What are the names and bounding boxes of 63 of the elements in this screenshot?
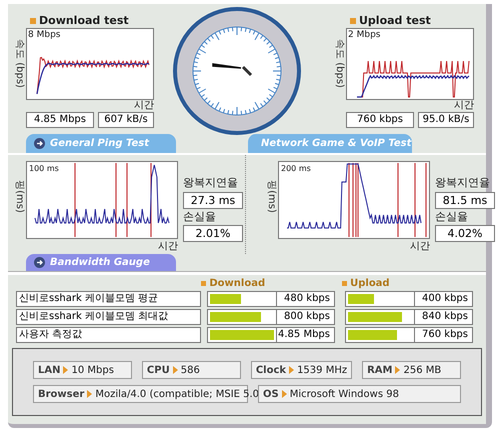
triangle-icon [395, 366, 400, 374]
scale-label: 8 Mbps [28, 29, 60, 42]
triangle-icon [87, 390, 92, 398]
triangle-icon [172, 366, 178, 374]
axis-label: 시간 [454, 100, 474, 112]
scale-label: 100 ms [29, 163, 59, 176]
axis-label: 속도 (bps) [332, 38, 346, 88]
reading-field: 760 kbps [415, 326, 473, 343]
info-value: 1539 MHz [297, 364, 348, 378]
info-label: OS [263, 388, 279, 402]
column-header: Download [209, 277, 266, 292]
chart-title: Download test [39, 12, 129, 29]
bullet-icon [350, 18, 356, 24]
scale-label: 2 Mbps [348, 29, 380, 42]
info-value: 10 Mbps [71, 364, 114, 378]
reading-field: 840 kbps [415, 308, 473, 325]
reading-field: 760 kbps [346, 112, 414, 128]
chart-title: Upload test [359, 12, 431, 29]
info-label: Clock [256, 364, 286, 378]
info-value: Microsoft Windows 98 [290, 388, 399, 402]
bullet-icon [201, 281, 206, 286]
arrow-circle-icon [34, 138, 45, 149]
loss-field: 2.01% [183, 225, 243, 242]
column-header: Upload [350, 277, 390, 292]
section-tab[interactable]: General Ping Test [26, 134, 176, 153]
reading-field: 800 kbps [277, 308, 335, 325]
row-label: 사용자 측정값 [16, 326, 201, 343]
info-label: RAM [367, 364, 392, 378]
axis-label: 핑(ms) [264, 180, 278, 213]
row-label: 신비로sshark 케이블모뎀 평균 [16, 290, 201, 307]
triangle-icon [63, 366, 68, 374]
loss-field: 4.02% [435, 225, 495, 242]
stat-label: 왕복지연율 [183, 175, 239, 192]
scale-label: 200 ms [281, 163, 311, 176]
bullet-icon [30, 18, 36, 24]
reading-field: 4.85 Mbps [26, 112, 94, 128]
axis-label: 속도 (bps) [12, 38, 26, 88]
reading-field: 400 kbps [415, 290, 473, 307]
reading-field: 4.85 Mbps [277, 326, 335, 343]
axis-label: 시간 [158, 240, 178, 254]
stat-label: 손실율 [183, 208, 217, 225]
triangle-icon [289, 366, 294, 374]
axis-label: 시간 [410, 240, 430, 254]
stat-label: 손실율 [435, 208, 469, 225]
bullet-icon [342, 281, 348, 286]
info-value: 586 [180, 364, 200, 378]
section-tab[interactable]: Network Game & VoIP Test [248, 134, 412, 153]
info-label: CPU [146, 364, 170, 378]
stat-label: 왕복지연율 [435, 175, 491, 192]
reading-field: 480 kbps [277, 290, 335, 307]
reading-field: 607 kB/s [98, 112, 154, 128]
info-value: Mozila/4.0 (compatible; MSIE 5.0 [95, 388, 260, 402]
latency-field: 81.5 ms [435, 192, 495, 209]
axis-label: 시간 [134, 100, 154, 112]
latency-field: 27.3 ms [183, 192, 243, 209]
info-value: 256 MB [403, 364, 442, 378]
info-label: LAN [38, 364, 60, 378]
triangle-icon [282, 390, 287, 398]
reading-field: 95.0 kB/s [418, 112, 474, 128]
info-label: Browser [38, 388, 84, 402]
row-label: 신비로sshark 케이블모뎀 최대값 [16, 308, 201, 325]
arrow-circle-icon [34, 257, 45, 268]
axis-label: 핑(ms) [12, 180, 26, 213]
